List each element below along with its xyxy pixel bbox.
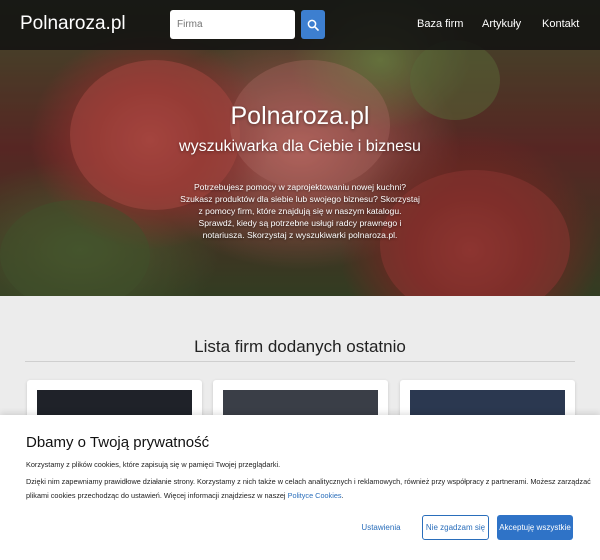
- cookie-policy-link[interactable]: Polityce Cookies: [288, 491, 342, 500]
- nav-link-baza-firm[interactable]: Baza firm: [417, 18, 463, 30]
- nav-link-artykuly[interactable]: Artykuły: [482, 18, 521, 30]
- cookie-text-line1: Korzystamy z plików cookies, które zapis…: [26, 460, 281, 469]
- company-card[interactable]: [27, 380, 202, 420]
- nav-link-kontakt[interactable]: Kontakt: [542, 18, 579, 30]
- cookie-title: Dbamy o Twoją prywatność: [26, 434, 210, 451]
- company-card[interactable]: [213, 380, 388, 420]
- cookie-reject-button[interactable]: Nie zgadzam się: [422, 515, 489, 540]
- top-navbar: Polnaroza.pl Baza firm Artykuły Kontakt: [0, 0, 600, 50]
- cookie-text-line3-text: plikami cookies przechodząc do ustawień.…: [26, 491, 286, 500]
- hero-subtitle: wyszukiwarka dla Ciebie i biznesu: [179, 138, 421, 155]
- site-logo[interactable]: Polnaroza.pl: [20, 13, 126, 35]
- search-icon: [307, 19, 319, 31]
- search-button[interactable]: [301, 10, 325, 39]
- cookie-text-line3-end: .: [341, 491, 344, 500]
- cookie-accept-all-button[interactable]: Akceptuję wszystkie: [497, 515, 573, 540]
- company-card[interactable]: [400, 380, 575, 420]
- hero-title: Polnaroza.pl: [230, 102, 370, 130]
- hero-description: Potrzebujesz pomocy w zaprojektowaniu no…: [180, 182, 420, 240]
- divider: [25, 361, 575, 362]
- cookie-settings-button[interactable]: Ustawienia: [351, 515, 411, 540]
- cookie-text-line2: Dzięki nim zapewniamy prawidłowe działan…: [26, 477, 591, 486]
- search-input[interactable]: [170, 10, 295, 39]
- section-title: Lista firm dodanych ostatnio: [194, 337, 406, 356]
- cookie-text-line3: plikami cookies przechodząc do ustawień.…: [26, 490, 344, 502]
